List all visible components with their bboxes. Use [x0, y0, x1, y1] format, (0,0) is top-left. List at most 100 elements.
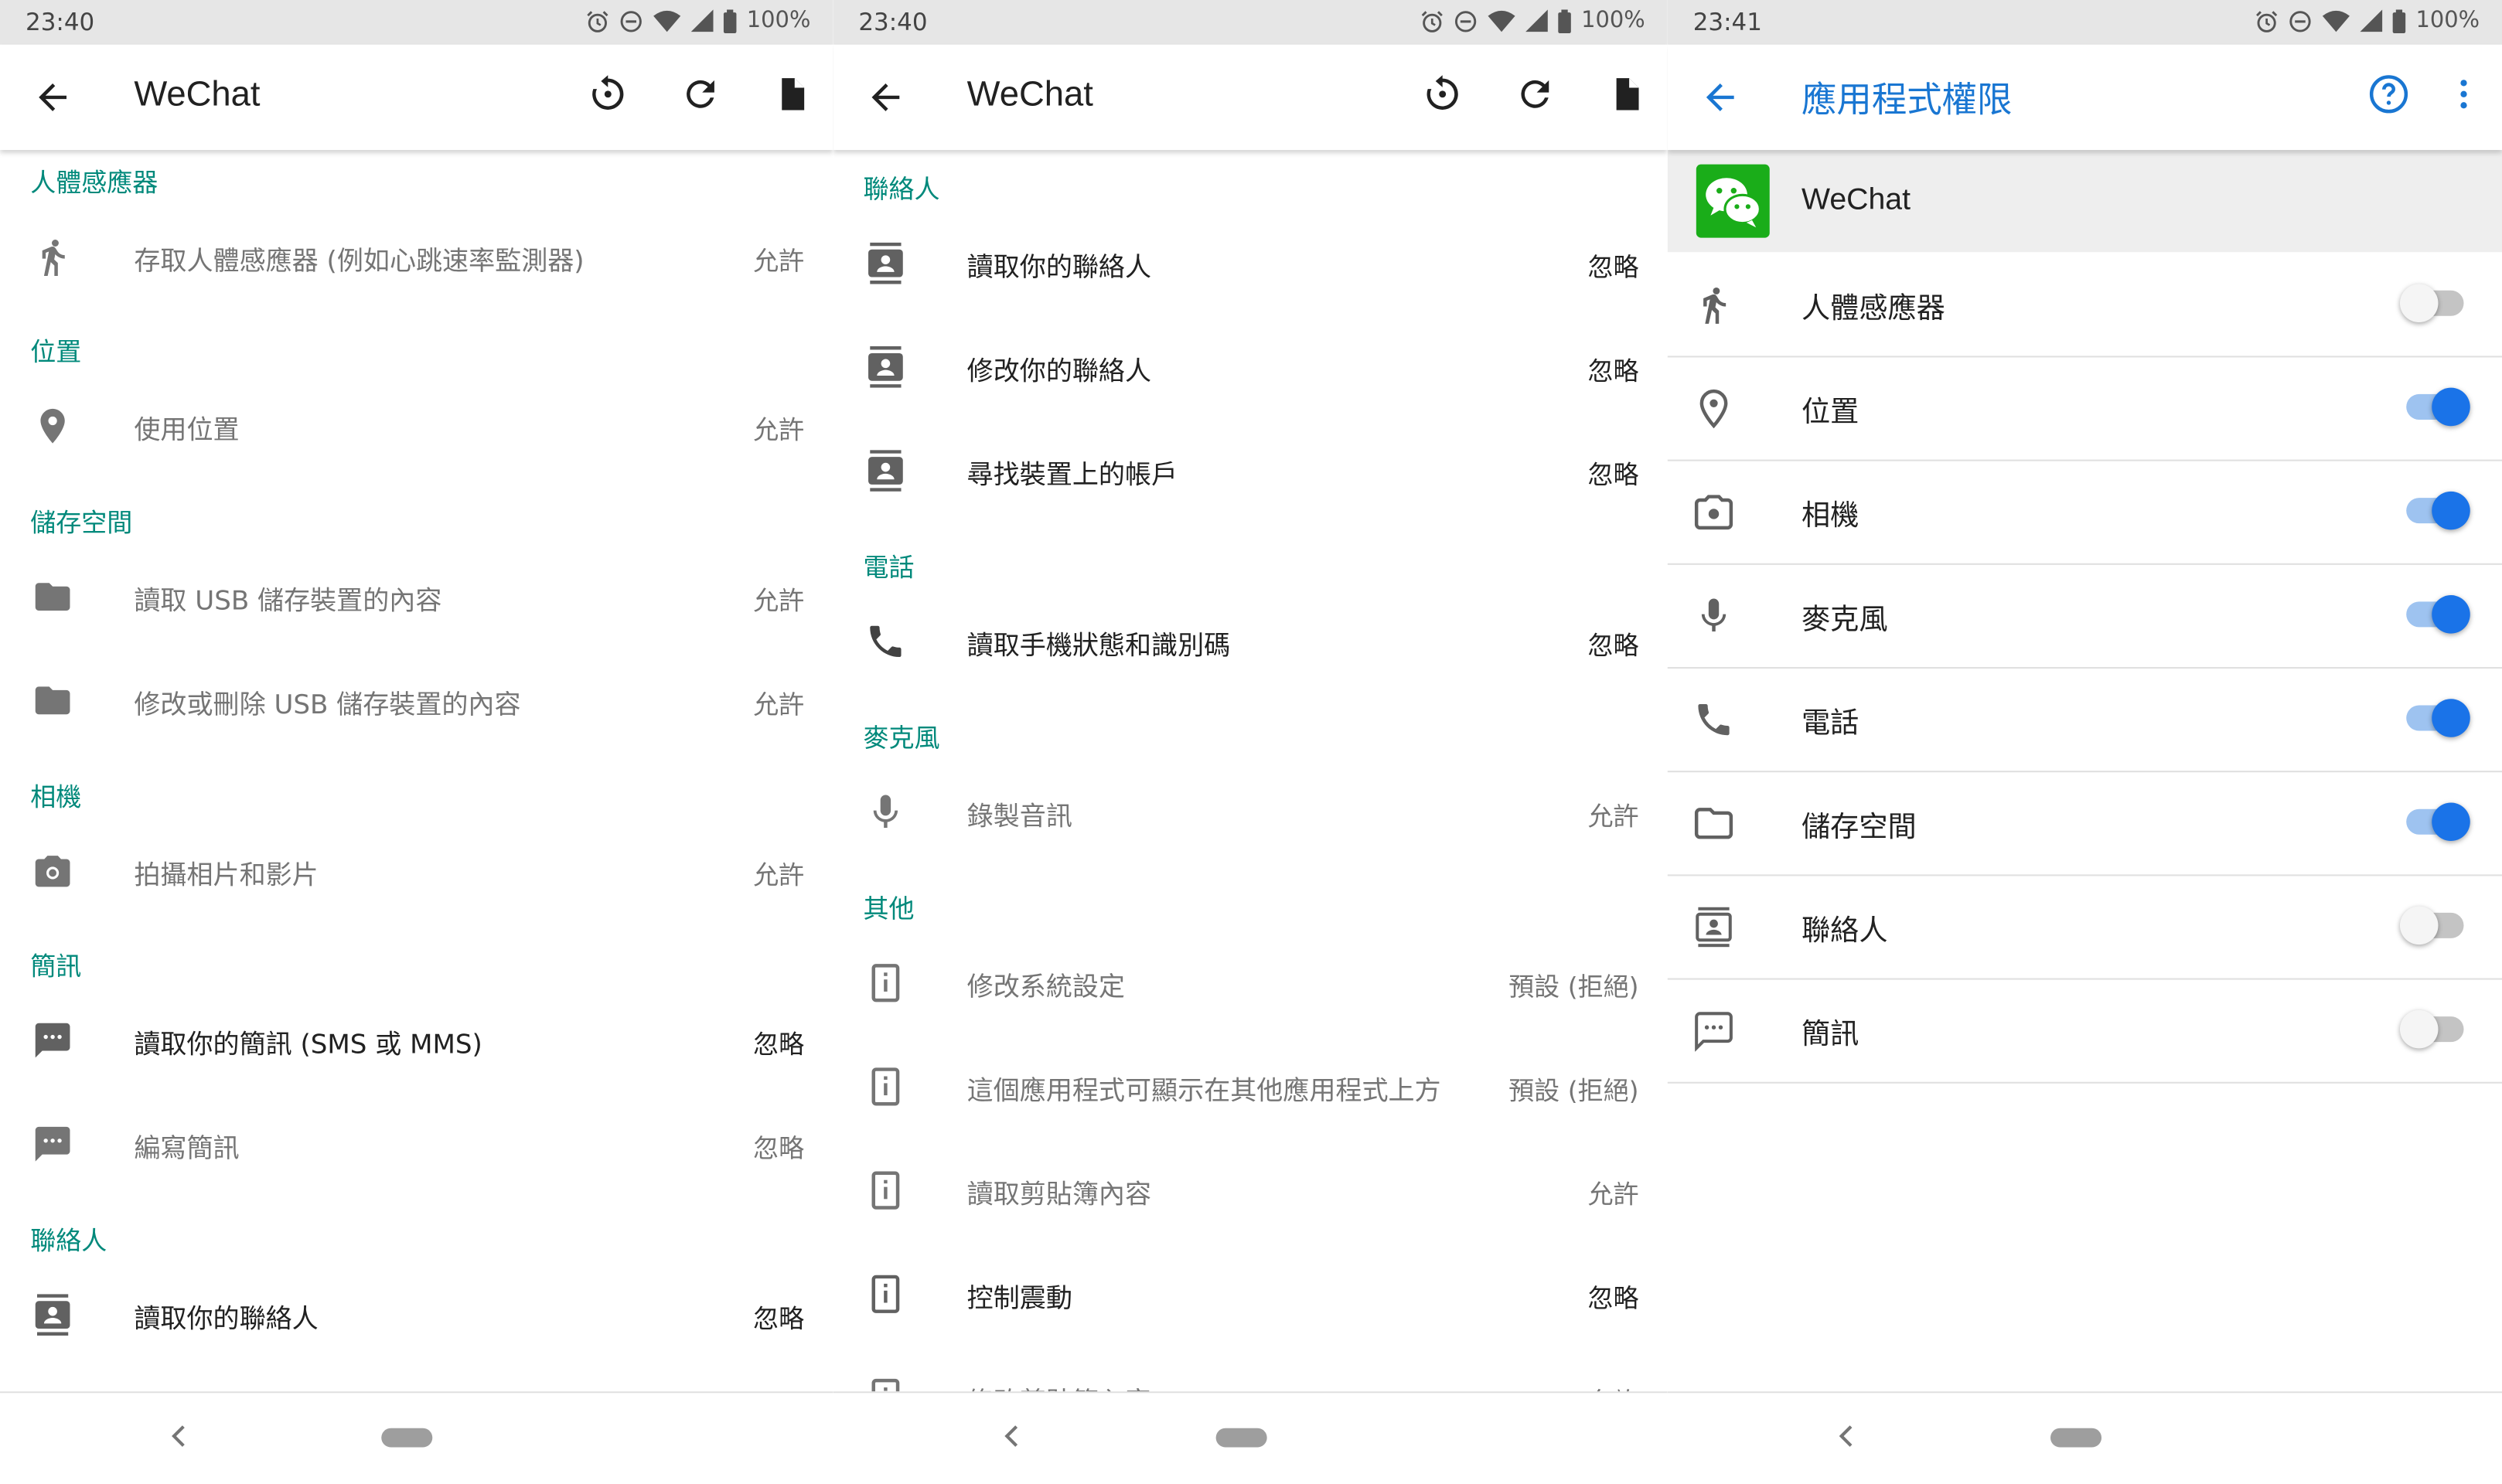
op-row[interactable]: 讀取你的聯絡人 忽略 [833, 214, 1667, 310]
permission-row[interactable]: 聯絡人 [1667, 874, 2502, 980]
app-bar: 應用程式權限 [1667, 44, 2502, 151]
permission-row[interactable]: 簡訊 [1667, 979, 2502, 1084]
phone-icon [870, 625, 902, 658]
alarm-icon [2255, 10, 2278, 32]
navigation-bar [1667, 1391, 2502, 1484]
restore-icon[interactable] [587, 73, 629, 115]
permission-toggle[interactable] [2399, 1009, 2464, 1049]
op-value: 允許 [753, 689, 805, 720]
panel-app-ops-1: 23:40 100% WeChat 人體感應器 存取人體感應器 (例如心跳速率監… [0, 0, 833, 1484]
op-row[interactable]: 讀取你的聯絡人 忽略 [0, 1265, 833, 1361]
contacts-icon [868, 450, 903, 492]
permission-row[interactable]: 電話 [1667, 667, 2502, 773]
permission-toggle[interactable] [2399, 906, 2464, 945]
op-label: 編寫簡訊 [134, 1132, 240, 1164]
op-value: 忽略 [753, 1132, 805, 1164]
alarm-icon [587, 10, 608, 32]
more-vert-icon[interactable] [2457, 73, 2470, 115]
permission-row[interactable]: 位置 [1667, 356, 2502, 461]
info-icon [871, 1275, 900, 1313]
wechat-logo-icon [1696, 164, 1770, 238]
op-row[interactable]: 錄製音訊 允許 [833, 763, 1667, 859]
op-row[interactable]: 讀取你的簡訊 (SMS 或 MMS) 忽略 [0, 991, 833, 1087]
battery-icon [723, 9, 737, 32]
op-row[interactable]: 尋找裝置上的帳戶 忽略 [833, 421, 1667, 517]
permission-row[interactable]: 相機 [1667, 460, 2502, 565]
op-row[interactable]: 修改或刪除 USB 儲存裝置的內容 允許 [0, 651, 833, 747]
mic-icon [1701, 598, 1727, 632]
back-arrow-icon[interactable] [1699, 77, 1741, 118]
file-icon[interactable] [772, 73, 811, 115]
op-row[interactable]: 使用位置 允許 [0, 376, 833, 472]
restore-icon[interactable] [1422, 73, 1464, 115]
refresh-icon[interactable] [680, 73, 721, 115]
nav-back-icon[interactable] [168, 1421, 190, 1450]
permission-row[interactable]: 人體感應器 [1667, 252, 2502, 358]
permission-toggle[interactable] [2399, 284, 2464, 323]
op-row[interactable]: 這個應用程式可顯示在其他應用程式上方 預設 (拒絕) [833, 1037, 1667, 1133]
op-row[interactable]: 修改系統設定 預設 (拒絕) [833, 934, 1667, 1030]
section-header-storage: 儲存空間 [30, 507, 133, 538]
op-label: 讀取手機狀態和識別碼 [966, 630, 1231, 661]
status-bar: 23:40 100% [0, 0, 833, 45]
status-icons: 100% [2255, 8, 2480, 33]
op-value: 允許 [753, 585, 805, 616]
battery-icon [1558, 9, 1571, 32]
battery-percent: 100% [1581, 8, 1645, 34]
back-arrow-icon[interactable] [32, 77, 73, 118]
op-value: 允許 [1587, 1179, 1639, 1210]
refresh-icon[interactable] [1515, 73, 1556, 115]
location-icon [40, 408, 65, 444]
permission-row[interactable]: 麥克風 [1667, 563, 2502, 669]
op-row[interactable]: 讀取 USB 儲存裝置的內容 允許 [0, 547, 833, 643]
help-icon[interactable] [2368, 73, 2410, 115]
app-name: WeChat [1802, 183, 1911, 217]
op-row[interactable]: 修改你的聯絡人 忽略 [833, 318, 1667, 414]
op-label: 讀取你的聯絡人 [134, 1303, 319, 1334]
info-icon [871, 1378, 900, 1394]
nav-back-icon[interactable] [1000, 1421, 1023, 1450]
permission-row[interactable]: 儲存空間 [1667, 771, 2502, 876]
op-label: 尋找裝置上的帳戶 [966, 459, 1178, 490]
op-label: 讀取 USB 儲存裝置的內容 [134, 585, 442, 616]
run-icon [1703, 287, 1727, 324]
permission-toggle[interactable] [2406, 699, 2470, 737]
section-header-location: 位置 [30, 336, 82, 367]
camera-icon [35, 856, 70, 887]
nav-back-icon[interactable] [1835, 1421, 1857, 1450]
alarm-icon [1421, 10, 1443, 32]
op-row[interactable]: 讀取剪貼簿內容 允許 [833, 1141, 1667, 1237]
op-label: 讀取剪貼簿內容 [966, 1179, 1152, 1210]
section-header-phone: 電話 [863, 552, 915, 583]
permission-toggle[interactable] [2406, 802, 2470, 841]
nav-home-pill[interactable] [2049, 1428, 2101, 1448]
op-row[interactable]: 編寫簡訊 忽略 [0, 1094, 833, 1190]
op-value: 預設 (拒絕) [1508, 1075, 1639, 1106]
nav-home-pill[interactable] [381, 1428, 433, 1448]
op-label: 使用位置 [134, 414, 240, 445]
op-row[interactable]: 控制震動 忽略 [833, 1244, 1667, 1340]
permission-toggle[interactable] [2406, 387, 2470, 427]
permission-toggle[interactable] [2406, 491, 2470, 530]
back-arrow-icon[interactable] [865, 77, 907, 118]
op-row[interactable]: 存取人體感應器 (例如心跳速率監測器) 允許 [0, 207, 833, 303]
file-icon[interactable] [1607, 73, 1645, 115]
folder-outline-icon [1694, 808, 1733, 839]
panel-app-permissions: 23:41 100% 應用程式權限 WeChat 人體感應器 位置 相機 麥克風… [1667, 0, 2502, 1484]
op-value: 忽略 [1587, 459, 1639, 490]
op-value: 允許 [753, 245, 805, 277]
op-row[interactable]: 讀取手機狀態和識別碼 忽略 [833, 592, 1667, 688]
nav-home-pill[interactable] [1215, 1428, 1266, 1448]
dnd-icon [620, 10, 642, 32]
op-row[interactable]: 拍攝相片和影片 允許 [0, 822, 833, 917]
permission-toggle[interactable] [2406, 595, 2470, 634]
contacts-icon [1696, 907, 1732, 948]
wifi-icon [2322, 9, 2350, 32]
permission-label: 儲存空間 [1802, 810, 1917, 845]
section-header-contacts: 聯絡人 [30, 1225, 107, 1256]
page-title: WeChat [134, 73, 261, 114]
op-value: 預設 (拒絕) [1508, 972, 1639, 1002]
section-header-sms: 簡訊 [30, 951, 82, 982]
op-row[interactable]: 修改剪貼簿內容 允許 [833, 1349, 1667, 1394]
page-title: WeChat [966, 73, 1093, 114]
